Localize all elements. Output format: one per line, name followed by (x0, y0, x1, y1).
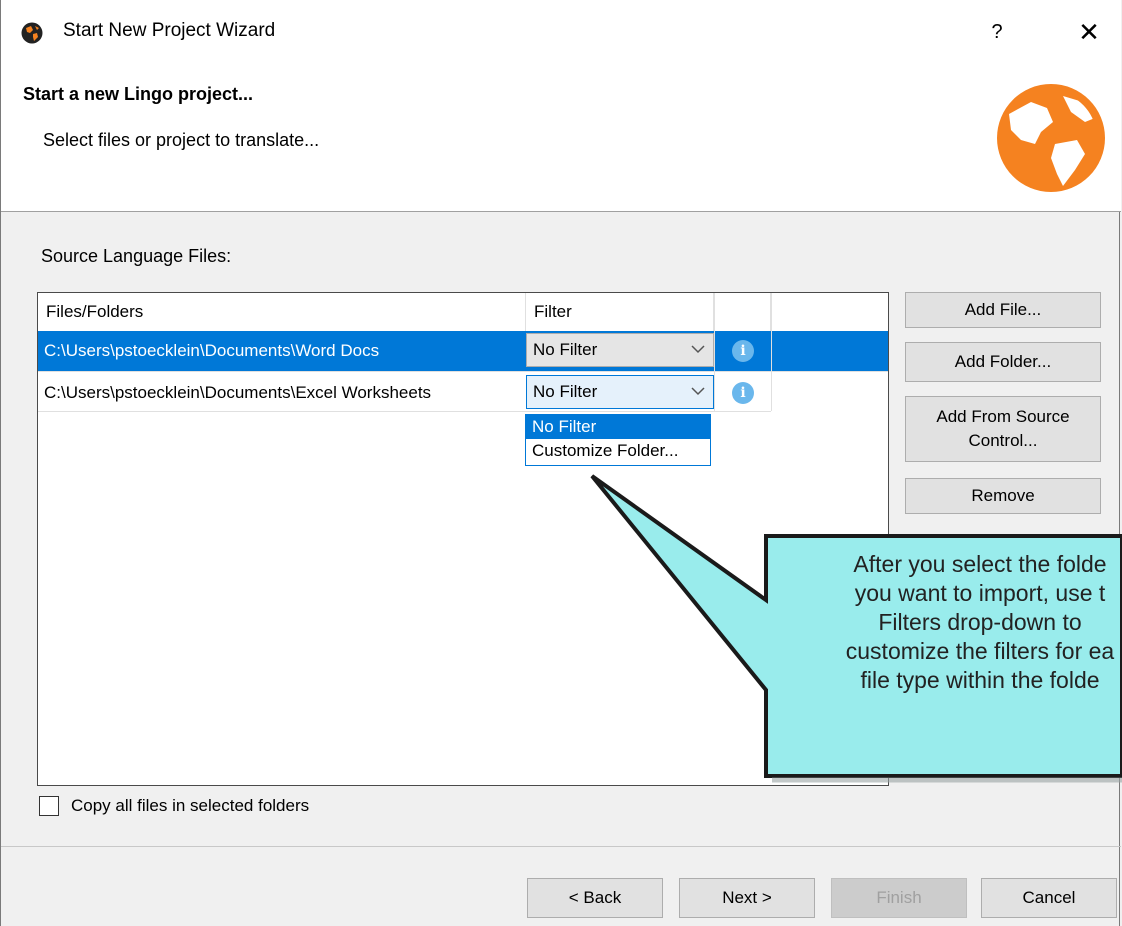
wizard-header: Start a new Lingo project... Select file… (1, 64, 1121, 212)
button-label-line: Control... (968, 431, 1038, 450)
info-icon[interactable]: i (732, 340, 754, 362)
callout-line: After you select the folde (853, 551, 1107, 577)
add-from-source-control-button[interactable]: Add From Source Control... (905, 396, 1101, 462)
page-subtitle: Select files or project to translate... (43, 130, 320, 150)
globe-logo-icon (997, 84, 1105, 192)
chevron-down-icon (691, 387, 705, 396)
row-divider (38, 371, 888, 372)
back-button[interactable]: < Back (527, 878, 663, 918)
add-file-button[interactable]: Add File... (905, 292, 1101, 328)
help-button[interactable]: ? (969, 14, 1025, 50)
dropdown-option-customize-folder[interactable]: Customize Folder... (526, 439, 710, 463)
column-header-filter[interactable]: Filter (526, 293, 714, 331)
column-divider (714, 293, 715, 411)
wizard-window: Start New Project Wizard ? ✕ Start a new… (0, 0, 1121, 926)
copy-files-checkbox[interactable] (39, 796, 59, 816)
app-globe-icon (21, 22, 43, 44)
file-path: C:\Users\pstoecklein\Documents\Excel Wor… (44, 383, 432, 402)
callout-line: you want to import, use t (854, 580, 1106, 606)
column-header-files[interactable]: Files/Folders (38, 293, 526, 331)
source-files-label: Source Language Files: (41, 246, 232, 266)
callout-line: customize the filters for ea (845, 638, 1115, 664)
remove-button[interactable]: Remove (905, 478, 1101, 514)
callout-line: file type within the folde (860, 667, 1100, 693)
file-path: C:\Users\pstoecklein\Documents\Word Docs (44, 341, 380, 360)
filter-select[interactable]: No Filter (526, 333, 714, 367)
title-bar: Start New Project Wizard ? ✕ (1, 0, 1121, 64)
filter-select[interactable]: No Filter (526, 375, 714, 409)
column-divider (771, 293, 772, 411)
chevron-down-icon (691, 345, 705, 354)
window-title: Start New Project Wizard (63, 20, 276, 41)
page-title: Start a new Lingo project... (23, 84, 254, 104)
close-button[interactable]: ✕ (1061, 12, 1117, 52)
filter-value: No Filter (533, 340, 598, 359)
cancel-button[interactable]: Cancel (981, 878, 1117, 918)
footer-separator (1, 846, 1121, 847)
add-folder-button[interactable]: Add Folder... (905, 342, 1101, 382)
info-icon[interactable]: i (732, 382, 754, 404)
source-files-list[interactable]: Files/Folders Filter C:\Users\pstoecklei… (37, 292, 889, 786)
row-divider (38, 411, 771, 412)
finish-button: Finish (831, 878, 967, 918)
callout-line: Filters drop-down to (878, 609, 1082, 635)
next-button[interactable]: Next > (679, 878, 815, 918)
filter-dropdown-list[interactable]: No Filter Customize Folder... (525, 414, 711, 466)
dropdown-option-no-filter[interactable]: No Filter (526, 415, 710, 439)
table-row[interactable]: C:\Users\pstoecklein\Documents\Excel Wor… (38, 373, 888, 413)
copy-files-label[interactable]: Copy all files in selected folders (71, 796, 309, 816)
callout-text: After you select the folde you want to i… (770, 550, 1122, 695)
filter-value: No Filter (533, 382, 598, 401)
table-row[interactable]: C:\Users\pstoecklein\Documents\Word Docs… (38, 331, 888, 371)
column-header-info (714, 293, 771, 331)
button-label-line: Add From Source (936, 407, 1070, 426)
